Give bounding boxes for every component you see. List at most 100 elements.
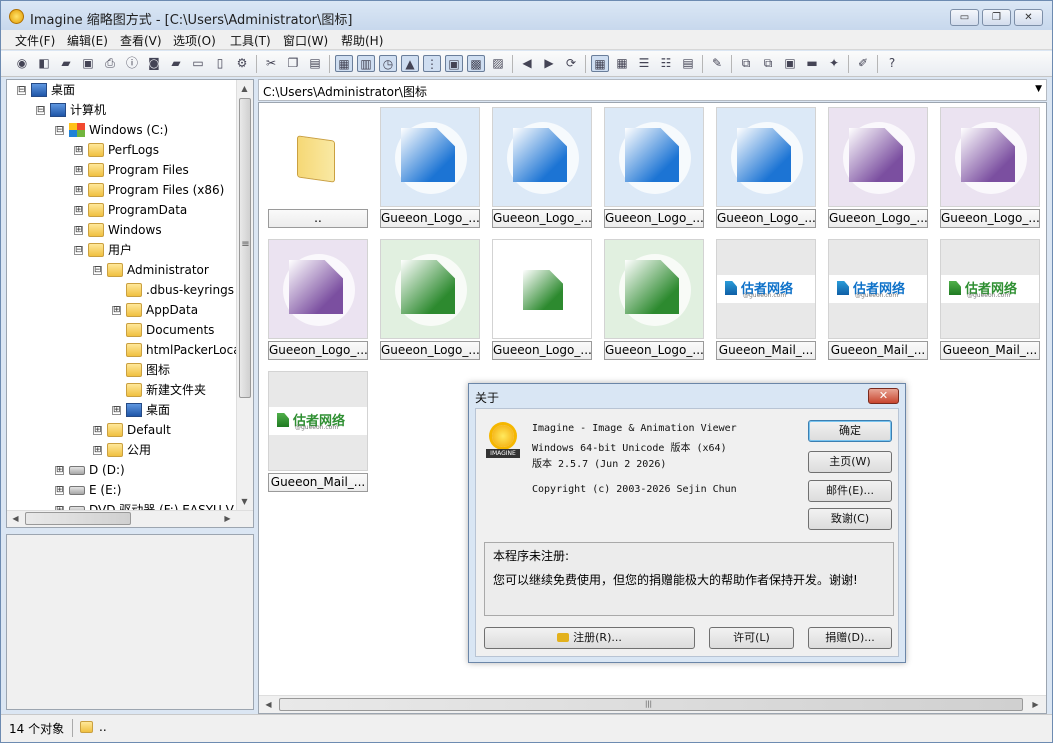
thumbnail-item[interactable]: Gueeon_Logo_... bbox=[380, 239, 482, 362]
thumbnail-item[interactable]: Gueeon_Logo_... bbox=[268, 239, 370, 362]
menu-item-2[interactable]: 查看(V) bbox=[120, 32, 162, 49]
menu-item-1[interactable]: 编辑(E) bbox=[67, 32, 108, 49]
slideshow-icon[interactable]: ▬ bbox=[803, 55, 821, 72]
tree-item[interactable]: ⊟ Administrator bbox=[7, 260, 237, 280]
thumbnail-item[interactable]: .. bbox=[268, 107, 370, 230]
tree-expander-icon[interactable]: ⊟ bbox=[36, 106, 45, 115]
restore-button[interactable]: ❐ bbox=[982, 9, 1011, 26]
thumbnail-item[interactable]: Gueeon_Logo_... bbox=[492, 107, 594, 230]
ok-button[interactable]: 确定 bbox=[808, 420, 892, 442]
thumbnail-item[interactable]: 估者网络 @gueeon.com Gueeon_Mail_... bbox=[940, 239, 1042, 362]
menu-item-0[interactable]: 文件(F) bbox=[15, 32, 55, 49]
thumbnail-item[interactable]: Gueeon_Logo_... bbox=[716, 107, 818, 230]
thumbnail-item[interactable]: 估者网络 @gueeon.com Gueeon_Mail_... bbox=[268, 371, 370, 494]
thumbnail-item[interactable]: Gueeon_Logo_... bbox=[380, 107, 482, 230]
tree-item[interactable]: ⊞ Program Files bbox=[7, 160, 237, 180]
tree-horizontal-scrollbar[interactable]: ◀ ▶ bbox=[7, 510, 253, 527]
tree-expander-icon[interactable]: ⊞ bbox=[112, 406, 121, 415]
tree-expander-icon[interactable]: ⊟ bbox=[93, 266, 102, 275]
tree-expander-icon[interactable]: ⊞ bbox=[74, 186, 83, 195]
tree-item[interactable]: ⊞ 桌面 bbox=[7, 400, 237, 420]
list-icon[interactable]: ☰ bbox=[635, 55, 653, 72]
scroll-right-arrow[interactable]: ▶ bbox=[220, 511, 235, 526]
thumbnail-item[interactable]: Gueeon_Logo_... bbox=[604, 239, 706, 362]
tree-item[interactable]: 新建文件夹 bbox=[7, 380, 237, 400]
tree-item[interactable]: .dbus-keyrings bbox=[7, 280, 237, 300]
thanks-button[interactable]: 致谢(C) bbox=[808, 508, 892, 530]
thumbnail-item[interactable]: Gueeon_Logo_... bbox=[604, 107, 706, 230]
small-thumbs-icon[interactable]: ▦ bbox=[613, 55, 631, 72]
tree-hscroll-thumb[interactable] bbox=[25, 512, 131, 525]
clock-icon[interactable]: ◷ bbox=[379, 55, 397, 72]
help-icon[interactable]: ? bbox=[883, 55, 901, 72]
move-to-icon[interactable]: ⧉ bbox=[759, 55, 777, 72]
menu-item-5[interactable]: 窗口(W) bbox=[283, 32, 328, 49]
tree-item[interactable]: htmlPackerLoca bbox=[7, 340, 241, 360]
tree-item[interactable]: ⊞ E (E:) bbox=[7, 480, 237, 500]
info-icon[interactable]: ⓘ bbox=[123, 55, 141, 72]
tree-expander-icon[interactable]: ⊞ bbox=[112, 306, 121, 315]
paste-icon[interactable]: ▤ bbox=[306, 55, 324, 72]
donate-button[interactable]: 捐赠(D)... bbox=[808, 627, 892, 649]
tree-item[interactable]: ⊟ 用户 bbox=[7, 240, 237, 260]
fit-icon[interactable]: ▣ bbox=[445, 55, 463, 72]
edit-icon[interactable]: ✐ bbox=[854, 55, 872, 72]
filmstrip-icon[interactable]: ▦ bbox=[335, 55, 353, 72]
tree-item[interactable]: 图标 bbox=[7, 360, 237, 380]
wrench-icon[interactable]: ✎ bbox=[708, 55, 726, 72]
tree-item[interactable]: ⊞ Default bbox=[7, 420, 237, 440]
tree-expander-icon[interactable]: ⊟ bbox=[74, 246, 83, 255]
close-button[interactable]: ✕ bbox=[1014, 9, 1043, 26]
tree-item[interactable]: ⊞ PerfLogs bbox=[7, 140, 237, 160]
tree-expander-icon[interactable]: ⊞ bbox=[55, 466, 64, 475]
scroll-left-arrow[interactable]: ◀ bbox=[8, 511, 23, 526]
tree-item[interactable]: ⊟ Windows (C:) bbox=[7, 120, 237, 140]
menu-item-3[interactable]: 选项(O) bbox=[173, 32, 216, 49]
license-button[interactable]: 许可(L) bbox=[709, 627, 794, 649]
grid-icon[interactable]: ⋮ bbox=[423, 55, 441, 72]
tree-expander-icon[interactable]: ⊞ bbox=[93, 426, 102, 435]
register-button[interactable]: 注册(R)... bbox=[484, 627, 695, 649]
convert-icon[interactable]: ▣ bbox=[781, 55, 799, 72]
tree-expander-icon[interactable]: ⊞ bbox=[93, 446, 102, 455]
tree-expander-icon[interactable]: ⊟ bbox=[17, 86, 26, 95]
folder-tree[interactable]: ⊟ 桌面 ⊟ 计算机 ⊟ Windows (C:) ⊞ PerfLogs ⊞ Program Fi… bbox=[6, 79, 254, 528]
thumbnail-item[interactable]: Gueeon_Logo_... bbox=[828, 107, 930, 230]
menu-item-4[interactable]: 工具(T) bbox=[230, 32, 271, 49]
path-dropdown-arrow[interactable]: ▼ bbox=[1035, 84, 1042, 94]
batch-icon[interactable]: ✦ bbox=[825, 55, 843, 72]
eye-icon[interactable]: ◉ bbox=[13, 55, 31, 72]
cut-icon[interactable]: ✂ bbox=[262, 55, 280, 72]
title-bar[interactable]: Imagine 缩略图方式 - [C:\Users\Administrator\… bbox=[1, 1, 1052, 32]
tree-item[interactable]: ⊟ 桌面 bbox=[7, 80, 237, 100]
back-arrow-icon[interactable]: ◀ bbox=[518, 55, 536, 72]
tree-vertical-scrollbar[interactable]: ▲ ≡ ▼ bbox=[236, 80, 253, 511]
tree-expander-icon[interactable]: ⊞ bbox=[74, 146, 83, 155]
thumbnail-item[interactable]: Gueeon_Logo_... bbox=[940, 107, 1042, 230]
camera-icon[interactable]: ◙ bbox=[145, 55, 163, 72]
up-folder-icon[interactable]: ▲ bbox=[401, 55, 419, 72]
scroll-up-arrow[interactable]: ▲ bbox=[237, 81, 252, 96]
menu-item-6[interactable]: 帮助(H) bbox=[341, 32, 383, 49]
tree-item[interactable]: ⊞ Program Files (x86) bbox=[7, 180, 237, 200]
tree-expander-icon[interactable]: ⊞ bbox=[74, 226, 83, 235]
settings-file-icon[interactable]: ⚙ bbox=[233, 55, 251, 72]
tree-expander-icon[interactable]: ⊞ bbox=[74, 166, 83, 175]
save-icon[interactable]: ▣ bbox=[79, 55, 97, 72]
thumbnail-item[interactable]: Gueeon_Logo_... bbox=[492, 239, 594, 362]
print-icon[interactable]: ⎙ bbox=[101, 55, 119, 72]
tree-expander-icon[interactable]: ⊞ bbox=[55, 486, 64, 495]
tree-item[interactable]: ⊞ 公用 bbox=[7, 440, 237, 460]
copy-icon[interactable]: ❐ bbox=[284, 55, 302, 72]
thumbs-scroll-left[interactable]: ◀ bbox=[261, 697, 276, 712]
forward-arrow-icon[interactable]: ▶ bbox=[540, 55, 558, 72]
minimize-button[interactable]: ▭ bbox=[950, 9, 979, 26]
details-icon[interactable]: ☷ bbox=[657, 55, 675, 72]
cylinder-icon[interactable]: ▯ bbox=[211, 55, 229, 72]
tree-expander-icon[interactable]: ⊟ bbox=[55, 126, 64, 135]
tree-item[interactable]: ⊞ D (D:) bbox=[7, 460, 237, 480]
tree-item[interactable]: Documents bbox=[7, 320, 237, 340]
film-icon[interactable]: ▥ bbox=[357, 55, 375, 72]
new-folder-icon[interactable]: ▰ bbox=[167, 55, 185, 72]
path-combobox[interactable]: C:\Users\Administrator\图标 ▼ bbox=[258, 79, 1047, 101]
